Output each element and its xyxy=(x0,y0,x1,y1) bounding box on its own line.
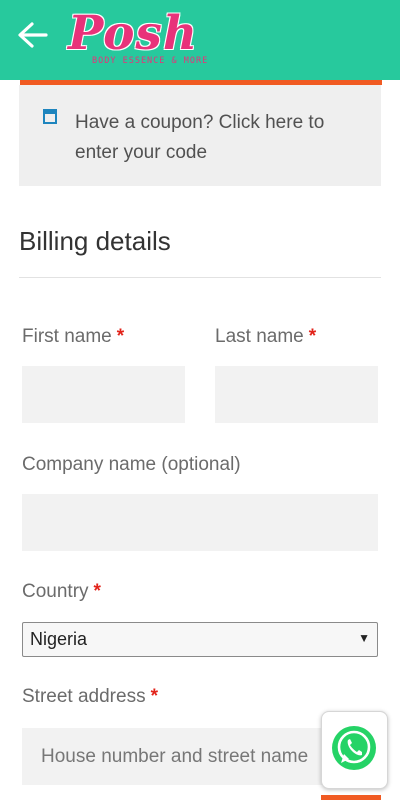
country-label-text: Country xyxy=(22,581,89,602)
back-button[interactable] xyxy=(14,19,54,51)
last-name-input[interactable] xyxy=(215,366,378,423)
first-name-label: First name * xyxy=(22,326,124,348)
section-divider xyxy=(19,277,381,278)
back-arrow-icon xyxy=(18,22,48,48)
company-name-input[interactable] xyxy=(22,494,378,551)
app-header: Posh BODY ESSENCE & MORE xyxy=(0,0,400,80)
street-address-label-text: Street address xyxy=(22,686,146,707)
country-label: Country * xyxy=(22,581,101,603)
billing-details-title: Billing details xyxy=(19,226,171,256)
coupon-link-text[interactable]: Have a coupon? Click here to enter your … xyxy=(75,108,365,168)
dropdown-arrow-icon: ▼ xyxy=(358,631,370,645)
company-name-label: Company name (optional) xyxy=(22,454,241,475)
required-marker: * xyxy=(308,326,317,347)
brand-logo-wordmark: Posh xyxy=(68,6,199,61)
bottom-accent-button[interactable] xyxy=(321,795,381,800)
whatsapp-chat-button[interactable] xyxy=(321,711,388,789)
coupon-window-icon xyxy=(43,109,57,124)
last-name-label-text: Last name xyxy=(215,326,304,347)
coupon-notice[interactable]: Have a coupon? Click here to enter your … xyxy=(19,85,381,186)
required-marker: * xyxy=(116,326,125,347)
country-select-value: Nigeria xyxy=(30,629,88,649)
first-name-label-text: First name xyxy=(22,326,112,347)
country-select[interactable]: Nigeria ▼ xyxy=(22,622,378,657)
required-marker: * xyxy=(93,581,101,602)
first-name-input[interactable] xyxy=(22,366,185,423)
street-address-placeholder: House number and street name xyxy=(41,746,309,767)
last-name-label: Last name * xyxy=(215,326,316,348)
street-address-label: Street address * xyxy=(22,686,158,708)
whatsapp-icon xyxy=(332,726,376,770)
brand-logo-tagline: BODY ESSENCE & MORE xyxy=(92,56,209,66)
brand-logo[interactable]: Posh BODY ESSENCE & MORE xyxy=(66,6,209,72)
required-marker: * xyxy=(150,686,158,707)
